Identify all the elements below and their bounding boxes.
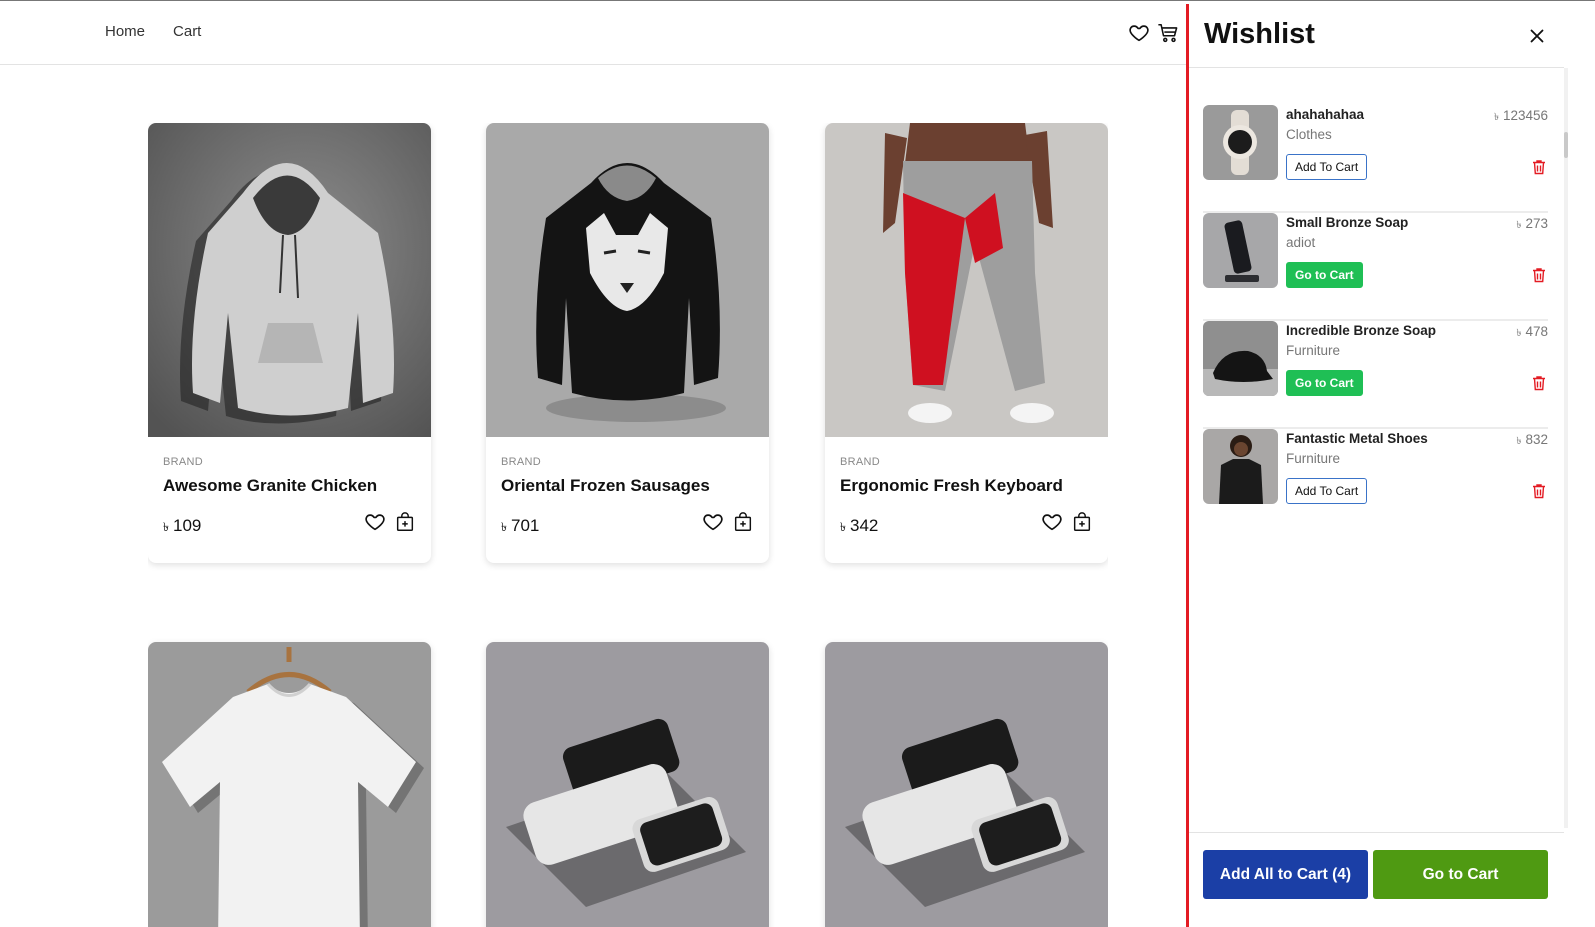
currency-symbol: ৳	[840, 520, 846, 534]
trash-icon[interactable]	[1532, 159, 1546, 175]
add-to-wishlist-heart-icon[interactable]	[702, 511, 724, 533]
add-to-cart-button[interactable]: Add To Cart	[1286, 478, 1368, 504]
wishlist-item: Fantastic Metal Shoes Furniture ৳ 832 Add…	[1203, 429, 1548, 537]
wishlist-item-category: Furniture	[1286, 343, 1341, 358]
wishlist-footer: Add All to Cart (4) Go to Cart	[1189, 832, 1564, 927]
wishlist-item-name[interactable]: ahahahahaa	[1286, 107, 1364, 122]
main-nav: Home Cart	[105, 23, 201, 40]
wishlist-panel: Wishlist ahahahahaa Clothes ৳ 123456 Add …	[1186, 4, 1564, 927]
add-to-wishlist-heart-icon[interactable]	[364, 511, 386, 533]
nav-cart-link[interactable]: Cart	[173, 23, 201, 40]
wishlist-item-category: Clothes	[1286, 127, 1332, 142]
product-price-value: 342	[849, 516, 879, 535]
product-info: BRAND Awesome Granite Chicken ৳ 109	[148, 437, 431, 563]
product-name[interactable]: Oriental Frozen Sausages	[501, 476, 754, 496]
trash-icon[interactable]	[1532, 483, 1546, 499]
add-all-to-cart-button[interactable]: Add All to Cart (4)	[1203, 850, 1368, 899]
product-image-phone-cases[interactable]	[486, 642, 769, 927]
close-icon[interactable]	[1526, 25, 1548, 47]
product-grid: BRAND Awesome Granite Chicken ৳ 109 BRAND	[148, 123, 1108, 927]
product-card[interactable]: BRAND Awesome Granite Chicken ৳ 109	[148, 123, 431, 563]
wishlist-item-price-value: 123456	[1502, 108, 1548, 123]
wishlist-heart-icon[interactable]	[1128, 22, 1150, 44]
wishlist-item-price-value: 478	[1525, 324, 1548, 339]
site-header: Home Cart	[0, 1, 1187, 65]
product-card[interactable]	[825, 642, 1108, 927]
product-image-black-wolf-hoodie[interactable]	[486, 123, 769, 437]
product-price-value: 701	[510, 516, 540, 535]
wishlist-title: Wishlist	[1204, 18, 1315, 50]
wishlist-thumb-phone-stand[interactable]	[1203, 213, 1278, 288]
product-info: BRAND Ergonomic Fresh Keyboard ৳ 342	[825, 437, 1108, 563]
product-price: ৳ 109	[163, 516, 201, 539]
wishlist-item-name[interactable]: Small Bronze Soap	[1286, 215, 1408, 230]
wishlist-thumb-black-cap[interactable]	[1203, 321, 1278, 396]
wishlist-header: Wishlist	[1189, 4, 1564, 68]
go-to-cart-button[interactable]: Go to Cart	[1286, 370, 1363, 396]
product-name[interactable]: Awesome Granite Chicken	[163, 476, 416, 496]
add-to-cart-bag-icon[interactable]	[1071, 511, 1093, 533]
product-card[interactable]: BRAND Oriental Frozen Sausages ৳ 701	[486, 123, 769, 563]
add-to-cart-bag-icon[interactable]	[732, 511, 754, 533]
go-to-cart-button[interactable]: Go to Cart	[1286, 262, 1363, 288]
wishlist-item-name[interactable]: Incredible Bronze Soap	[1286, 323, 1436, 338]
product-actions	[702, 511, 754, 533]
currency-symbol: ৳	[1516, 436, 1522, 447]
product-card[interactable]	[148, 642, 431, 927]
product-price-value: 109	[172, 516, 202, 535]
header-icons	[1128, 22, 1179, 44]
wishlist-item-price-value: 832	[1525, 432, 1548, 447]
wishlist-item: Incredible Bronze Soap Furniture ৳ 478 Go…	[1203, 321, 1548, 429]
product-info: BRAND Oriental Frozen Sausages ৳ 701	[486, 437, 769, 563]
product-price: ৳ 342	[840, 516, 878, 539]
wishlist-item-category: Furniture	[1286, 451, 1341, 466]
product-name[interactable]: Ergonomic Fresh Keyboard	[840, 476, 1093, 496]
wishlist-item: Small Bronze Soap adiot ৳ 273 Go to Cart	[1203, 213, 1548, 321]
wishlist-item-name[interactable]: Fantastic Metal Shoes	[1286, 431, 1428, 446]
wishlist-thumb-smartwatch[interactable]	[1203, 105, 1278, 180]
product-image-white-tshirt-on-hanger[interactable]	[148, 642, 431, 927]
currency-symbol: ৳	[501, 520, 507, 534]
wishlist-item-category: adiot	[1286, 235, 1316, 250]
product-image-grey-red-joggers[interactable]	[825, 123, 1108, 437]
add-to-wishlist-heart-icon[interactable]	[1041, 511, 1063, 533]
add-to-cart-bag-icon[interactable]	[394, 511, 416, 533]
trash-icon[interactable]	[1532, 375, 1546, 391]
cart-icon[interactable]	[1157, 22, 1179, 44]
product-actions	[1041, 511, 1093, 533]
product-brand: BRAND	[501, 456, 542, 468]
product-image-grey-hoodie[interactable]	[148, 123, 431, 437]
product-brand: BRAND	[840, 456, 881, 468]
wishlist-item-price: ৳ 123456	[1494, 108, 1548, 127]
wishlist-item-price-value: 273	[1525, 216, 1548, 231]
panel-scrollbar-track[interactable]	[1564, 68, 1568, 828]
trash-icon[interactable]	[1532, 267, 1546, 283]
wishlist-item-price: ৳ 832	[1516, 432, 1548, 451]
currency-symbol: ৳	[1493, 112, 1499, 123]
nav-home-link[interactable]: Home	[105, 23, 145, 40]
go-to-cart-button[interactable]: Go to Cart	[1373, 850, 1548, 899]
wishlist-item-price: ৳ 478	[1516, 324, 1548, 343]
product-brand: BRAND	[163, 456, 204, 468]
currency-symbol: ৳	[1516, 220, 1522, 231]
product-price: ৳ 701	[501, 516, 539, 539]
product-card[interactable]: BRAND Ergonomic Fresh Keyboard ৳ 342	[825, 123, 1108, 563]
product-actions	[364, 511, 416, 533]
currency-symbol: ৳	[163, 520, 169, 534]
currency-symbol: ৳	[1516, 328, 1522, 339]
add-to-cart-button[interactable]: Add To Cart	[1286, 154, 1368, 180]
panel-scrollbar-thumb[interactable]	[1564, 132, 1568, 158]
product-card[interactable]	[486, 642, 769, 927]
wishlist-item-price: ৳ 273	[1516, 216, 1548, 235]
wishlist-item: ahahahahaa Clothes ৳ 123456 Add To Cart	[1203, 105, 1548, 213]
wishlist-thumb-woman-in-tshirt[interactable]	[1203, 429, 1278, 504]
product-image-phone-cases[interactable]	[825, 642, 1108, 927]
